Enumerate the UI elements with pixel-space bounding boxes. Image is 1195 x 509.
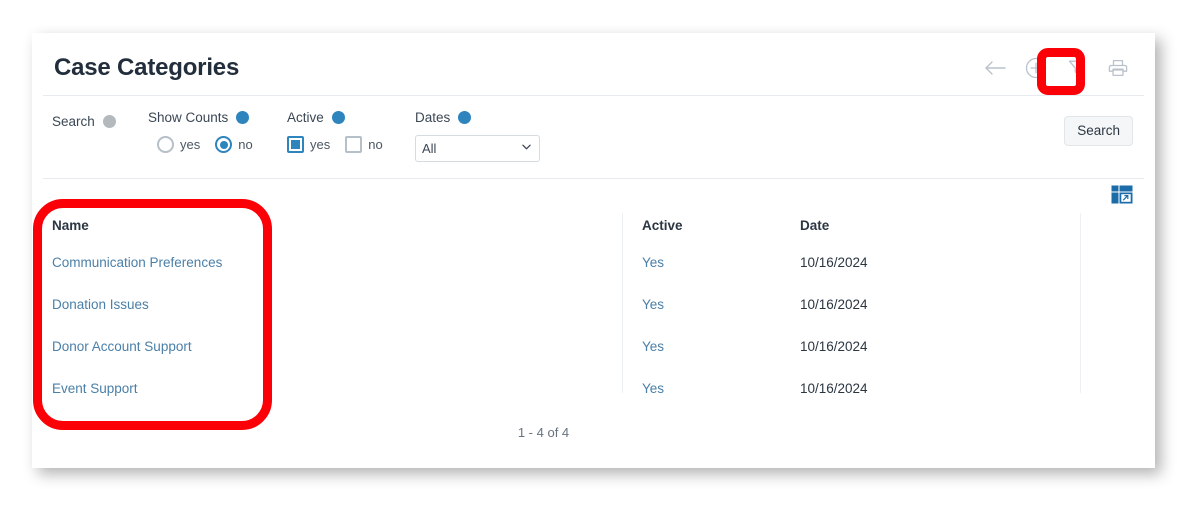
case-categories-table: Name Active Date Communication Preferenc… (32, 209, 1155, 409)
filter-search-label: Search (52, 114, 95, 129)
show-counts-radio-no[interactable]: no (215, 136, 253, 153)
cell-active: Yes (622, 283, 780, 325)
table-header-row: Name Active Date (32, 209, 1155, 241)
cell-spacer (1052, 241, 1155, 283)
search-status-dot (102, 115, 116, 128)
cell-spacer (1052, 325, 1155, 367)
dates-select[interactable]: All (415, 135, 540, 162)
export-grid-icon[interactable] (1111, 185, 1133, 204)
export-row (32, 179, 1155, 209)
filter-active-label: Active (287, 110, 324, 125)
cell-date: 10/16/2024 (800, 254, 868, 270)
active-link[interactable]: Yes (642, 297, 664, 312)
filter-show-counts: Show Counts yes no (148, 110, 287, 153)
table-row: Communication Preferences Yes 10/16/2024 (32, 241, 1155, 283)
column-divider-1 (622, 213, 623, 393)
cell-date: 10/16/2024 (800, 380, 868, 396)
dates-status-dot (458, 111, 472, 124)
pagination-label: 1 - 4 of 4 (517, 425, 570, 440)
table-row: Donor Account Support Yes 10/16/2024 (32, 325, 1155, 367)
active-link[interactable]: Yes (642, 339, 664, 354)
results-table-area: Name Active Date Communication Preferenc… (32, 179, 1155, 440)
filter-show-counts-label-row: Show Counts (148, 110, 287, 125)
case-categories-card: Case Categories Search Show Counts yes n… (32, 33, 1155, 468)
table-body: Communication Preferences Yes 10/16/2024… (32, 241, 1155, 409)
table-row: Event Support Yes 10/16/2024 (32, 367, 1155, 409)
active-checkbox-group: yes no (287, 136, 415, 153)
filter-active-label-row: Active (287, 110, 415, 125)
checkbox-unchecked-icon[interactable] (345, 136, 363, 153)
column-header-date[interactable]: Date (780, 209, 1052, 241)
active-yes-label: yes (310, 137, 331, 152)
page-title: Case Categories (54, 54, 240, 81)
column-header-spacer (1052, 209, 1155, 241)
filter-bar: Search Show Counts yes no Active yes no … (32, 96, 1155, 178)
show-counts-status-dot (236, 111, 250, 124)
active-status-dot (331, 111, 345, 124)
add-circle-icon[interactable] (1023, 55, 1049, 81)
cell-name: Event Support (32, 367, 622, 409)
show-counts-radio-group: yes no (148, 136, 287, 153)
cell-date: 10/16/2024 (800, 296, 868, 312)
active-link[interactable]: Yes (642, 381, 664, 396)
header-icon-group (982, 55, 1131, 81)
checkbox-checked-icon[interactable] (287, 136, 304, 153)
active-checkbox-yes[interactable]: yes (287, 136, 330, 153)
filter-dates: Dates All (415, 110, 575, 162)
show-counts-yes-label: yes (180, 137, 201, 152)
active-checkbox-no[interactable]: no (345, 136, 383, 153)
cell-name: Donation Issues (32, 283, 622, 325)
active-link[interactable]: Yes (642, 255, 664, 270)
cell-date: 10/16/2024 (800, 338, 868, 354)
back-arrow-icon[interactable] (982, 55, 1008, 81)
radio-unselected-icon[interactable] (157, 136, 174, 153)
screenshot-root: Case Categories Search Show Counts yes n… (0, 0, 1195, 509)
category-link[interactable]: Communication Preferences (52, 255, 222, 270)
filter-dates-label-row: Dates (415, 110, 575, 125)
filter-active: Active yes no (287, 110, 415, 153)
cell-spacer (1052, 367, 1155, 409)
filter-search-label-row: Search (52, 114, 148, 129)
cell-active: Yes (622, 325, 780, 367)
dates-select-wrap: All (415, 135, 540, 162)
table-head: Name Active Date (32, 209, 1155, 241)
cell-name: Communication Preferences (32, 241, 622, 283)
cell-active: Yes (622, 241, 780, 283)
card-header: Case Categories (32, 33, 1155, 95)
radio-selected-icon[interactable] (215, 136, 233, 153)
table-row: Donation Issues Yes 10/16/2024 (32, 283, 1155, 325)
search-button[interactable]: Search (1064, 116, 1133, 146)
filter-dates-label: Dates (415, 110, 451, 125)
category-link[interactable]: Donor Account Support (52, 339, 192, 354)
show-counts-no-label: no (238, 137, 253, 152)
filter-show-counts-label: Show Counts (148, 110, 229, 125)
column-header-active[interactable]: Active (622, 209, 780, 241)
filter-funnel-icon[interactable] (1064, 55, 1090, 81)
cell-name: Donor Account Support (32, 325, 622, 367)
category-link[interactable]: Event Support (52, 381, 138, 396)
category-link[interactable]: Donation Issues (52, 297, 149, 312)
show-counts-radio-yes[interactable]: yes (157, 136, 200, 153)
column-divider-2 (1080, 213, 1081, 393)
cell-spacer (1052, 283, 1155, 325)
active-no-label: no (368, 137, 383, 152)
column-header-name[interactable]: Name (32, 209, 622, 241)
printer-icon[interactable] (1105, 55, 1131, 81)
filter-search: Search (52, 110, 148, 129)
cell-active: Yes (622, 367, 780, 409)
